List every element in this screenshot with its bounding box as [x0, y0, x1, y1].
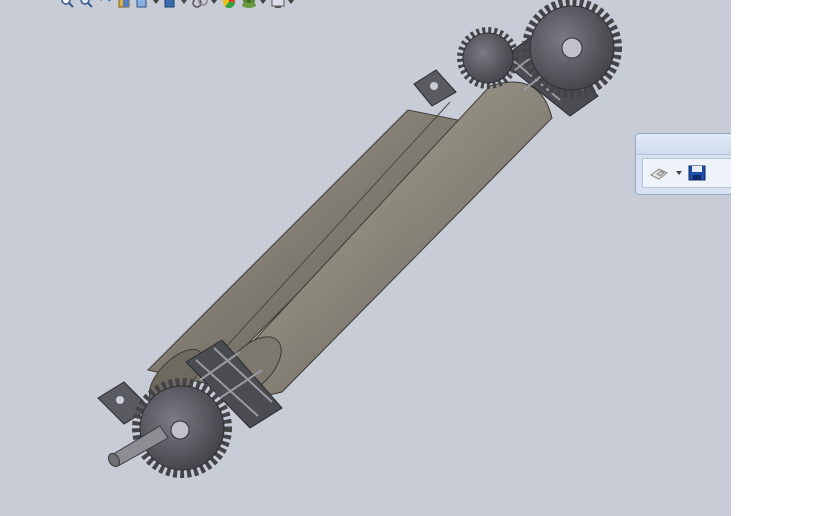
graphics-area[interactable] [0, 0, 731, 516]
window-edge [731, 0, 819, 516]
rebuild-options-icon [650, 168, 668, 180]
popup-toolbar-body [642, 158, 731, 188]
chevron-down-icon [676, 171, 682, 175]
top-large-gear [522, 0, 622, 98]
popup-title-bar[interactable] [636, 134, 731, 155]
save-button[interactable] [688, 165, 706, 181]
top-small-gear [457, 27, 519, 89]
front-roller [209, 81, 553, 398]
floating-toolbar-popup [635, 133, 731, 195]
save-icon [688, 165, 706, 181]
roller-assembly-model[interactable] [0, 0, 731, 516]
rebuild-options-button[interactable] [649, 165, 682, 181]
